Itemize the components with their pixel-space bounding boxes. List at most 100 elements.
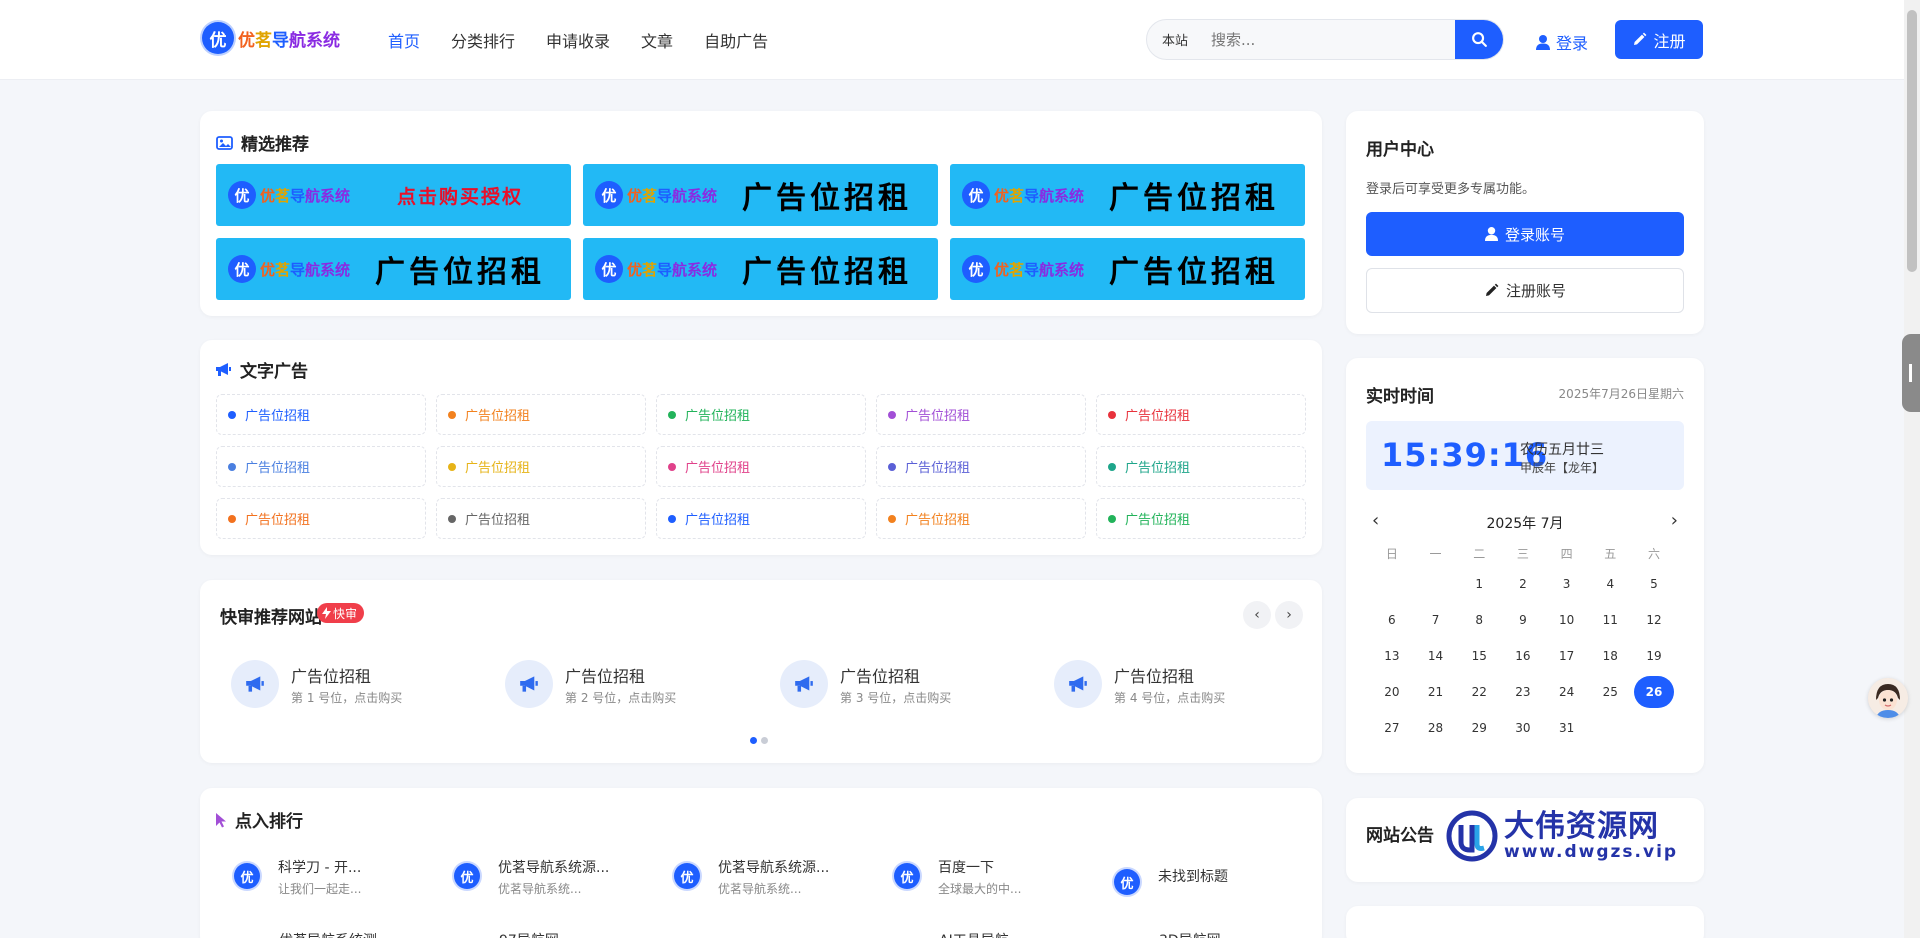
calendar-day[interactable]: 28 [1414, 721, 1458, 735]
text-ad-item[interactable]: 广告位招租 [436, 446, 646, 487]
text-ad-item[interactable]: 广告位招租 [436, 498, 646, 539]
nav-apply[interactable]: 申请收录 [546, 28, 610, 52]
featured-banner[interactable]: 优 优茗导航系统 广告位招租 [950, 238, 1305, 300]
calendar-next-icon[interactable]: › [1671, 510, 1678, 531]
calendar-day[interactable]: 19 [1632, 649, 1676, 663]
text-ad-item[interactable]: 广告位招租 [216, 446, 426, 487]
text-ad-item[interactable]: 广告位招租 [876, 394, 1086, 435]
megaphone-icon [216, 363, 231, 376]
megaphone-icon [1054, 660, 1102, 708]
calendar-day[interactable]: 8 [1457, 613, 1501, 627]
text-ad-item[interactable]: 广告位招租 [656, 446, 866, 487]
calendar-day[interactable]: 5 [1632, 577, 1676, 591]
text-ad-item[interactable]: 广告位招租 [876, 446, 1086, 487]
rank-item-partial[interactable]: AI工具导航 [939, 930, 1009, 938]
login-account-button[interactable]: 登录账号 [1366, 212, 1684, 256]
search-button[interactable] [1455, 20, 1503, 59]
calendar-day[interactable]: 12 [1632, 613, 1676, 627]
carousel-dot-active[interactable] [750, 737, 757, 744]
text-ad-item[interactable]: 广告位招租 [656, 394, 866, 435]
calendar-day[interactable]: 3 [1545, 577, 1589, 591]
search-scope[interactable]: 本站 [1147, 30, 1203, 49]
weekday-label: 一 [1429, 546, 1442, 561]
calendar-day[interactable]: 11 [1588, 613, 1632, 627]
nav-self-ads[interactable]: 自助广告 [704, 28, 768, 52]
rank-item-partial[interactable]: 优茗导航系统测 [279, 930, 377, 938]
quick-item-sub: 第 2 号位，点击购买 [565, 690, 677, 705]
calendar-day[interactable]: 23 [1501, 685, 1545, 699]
quick-item[interactable]: 广告位招租第 3 号位，点击购买 [780, 654, 1040, 714]
carousel-prev-button[interactable]: ‹ [1243, 601, 1271, 629]
calendar-day[interactable]: 1 [1457, 577, 1501, 591]
scrollbar-thumb[interactable] [1907, 10, 1917, 272]
text-ad-item[interactable]: 广告位招租 [876, 498, 1086, 539]
nav-articles[interactable]: 文章 [641, 28, 673, 52]
featured-banner[interactable]: 优 优茗导航系统 点击购买授权 [216, 164, 571, 226]
ganzhi-year: 甲辰年【龙年】 [1520, 461, 1605, 475]
text-ad-item[interactable]: 广告位招租 [656, 498, 866, 539]
nav-home[interactable]: 首页 [388, 28, 420, 52]
text-ad-item[interactable]: 广告位招租 [1096, 446, 1306, 487]
rank-item-partial[interactable]: 3D导航网 - [1159, 930, 1230, 938]
text-ad-item[interactable]: 广告位招租 [216, 498, 426, 539]
carousel-dot[interactable] [761, 737, 768, 744]
calendar-day[interactable]: 22 [1457, 685, 1501, 699]
featured-banner[interactable]: 优 优茗导航系统 广告位招租 [583, 238, 938, 300]
login-link[interactable]: 登录 [1536, 30, 1588, 54]
calendar-day[interactable]: 7 [1414, 613, 1458, 627]
calendar-day[interactable]: 17 [1545, 649, 1589, 663]
calendar-day[interactable]: 4 [1588, 577, 1632, 591]
calendar-day[interactable]: 29 [1457, 721, 1501, 735]
realtime-date: 2025年7月26日星期六 [1558, 387, 1684, 401]
ad-label: 广告位招租 [1125, 513, 1191, 528]
site-favicon: 优 [1114, 869, 1140, 895]
image-icon [216, 135, 233, 150]
featured-banner[interactable]: 优 优茗导航系统 广告位招租 [216, 238, 571, 300]
quick-item[interactable]: 广告位招租第 4 号位，点击购买 [1054, 654, 1314, 714]
calendar-day[interactable]: 27 [1370, 721, 1414, 735]
calendar-day[interactable]: 2 [1501, 577, 1545, 591]
calendar-day[interactable]: 6 [1370, 613, 1414, 627]
calendar-week-row: 6 7 8 9 10 11 12 [1370, 602, 1680, 638]
quick-item[interactable]: 广告位招租第 1 号位，点击购买 [231, 654, 491, 714]
side-drawer-tab[interactable] [1902, 334, 1920, 412]
quick-item[interactable]: 广告位招租第 2 号位，点击购买 [505, 654, 765, 714]
featured-banner[interactable]: 优 优茗导航系统 广告位招租 [950, 164, 1305, 226]
rank-title-row: 点入排行 [215, 807, 303, 832]
calendar-day[interactable]: 14 [1414, 649, 1458, 663]
calendar-day[interactable]: 24 [1545, 685, 1589, 699]
rank-item[interactable]: 优 科学刀 - 开... 让我们一起走... [234, 857, 361, 897]
featured-title-row: 精选推荐 [216, 130, 309, 155]
rank-item[interactable]: 优 百度一下 全球最大的中... [894, 857, 1021, 897]
calendar-day[interactable]: 16 [1501, 649, 1545, 663]
register-account-button[interactable]: 注册账号 [1366, 268, 1684, 313]
calendar-day[interactable]: 20 [1370, 685, 1414, 699]
calendar-day[interactable]: 18 [1588, 649, 1632, 663]
calendar-day-today[interactable]: 26 [1632, 676, 1676, 708]
search-input[interactable] [1203, 20, 1455, 59]
rank-item-partial[interactable]: 97导航网 - [499, 930, 568, 938]
rank-item[interactable]: 优 优茗导航系统源... 优茗导航系统... [674, 857, 829, 897]
text-ad-item[interactable]: 广告位招租 [1096, 498, 1306, 539]
assistant-avatar[interactable] [1868, 678, 1908, 718]
text-ad-item[interactable]: 广告位招租 [1096, 394, 1306, 435]
register-button[interactable]: 注册 [1615, 20, 1703, 59]
text-ad-item[interactable]: 广告位招租 [216, 394, 426, 435]
ad-dot [228, 462, 236, 471]
carousel-next-button[interactable]: › [1275, 601, 1303, 629]
calendar-day[interactable]: 9 [1501, 613, 1545, 627]
featured-banner[interactable]: 优 优茗导航系统 广告位招租 [583, 164, 938, 226]
calendar-day[interactable]: 31 [1545, 721, 1589, 735]
rank-item[interactable]: 优 未找到标题 [1114, 863, 1228, 895]
watermark-logo: 大伟资源网 www.dwgzs.vip [1446, 810, 1678, 862]
calendar-day[interactable]: 30 [1501, 721, 1545, 735]
calendar-day[interactable]: 15 [1457, 649, 1501, 663]
nav-category-rank[interactable]: 分类排行 [451, 28, 515, 52]
calendar-day[interactable]: 21 [1414, 685, 1458, 699]
rank-item[interactable]: 优 优茗导航系统源... 优茗导航系统... [454, 857, 609, 897]
calendar-day[interactable]: 13 [1370, 649, 1414, 663]
site-logo[interactable]: 优 优茗导航系统 [202, 22, 340, 54]
calendar-day[interactable]: 10 [1545, 613, 1589, 627]
text-ad-item[interactable]: 广告位招租 [436, 394, 646, 435]
calendar-day[interactable]: 25 [1588, 685, 1632, 699]
